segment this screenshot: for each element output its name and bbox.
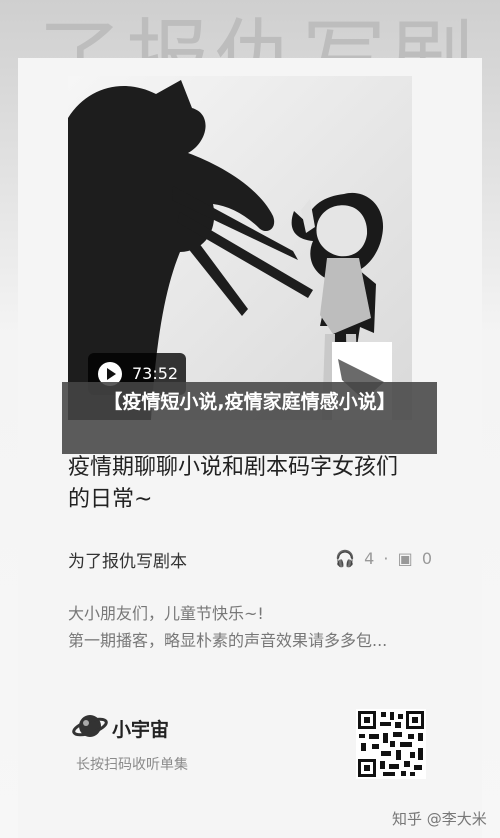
brand-name: 小宇宙 xyxy=(112,719,170,741)
brand-tagline: 长按扫码收听单集 xyxy=(76,757,188,773)
author-row: 为了报仇写剧本 🎧 4 · ▣ 0 xyxy=(68,547,432,573)
episode-description: 大小朋友们，儿童节快乐~! 第一期播客，略显朴素的声音效果请多多包... xyxy=(68,600,432,654)
overlay-title: 【疫情短小说,疫情家庭情感小说】 xyxy=(62,382,437,454)
headphones-icon: 🎧 xyxy=(335,549,356,568)
video-duration: 73:52 xyxy=(132,364,179,383)
episode-stats: 🎧 4 · ▣ 0 xyxy=(331,549,432,568)
description-line-1: 大小朋友们，儿童节快乐~! xyxy=(68,604,264,623)
comment-icon: ▣ xyxy=(397,549,413,568)
stats-separator: · xyxy=(383,549,389,568)
planet-icon xyxy=(72,715,108,737)
description-line-2: 第一期播客，略显朴素的声音效果请多多包... xyxy=(68,631,388,650)
screenshot-page: 了报仇写剧 73:52 xyxy=(0,0,500,838)
listen-count: 4 xyxy=(364,549,375,568)
zhihu-watermark: 知乎 @李大米 xyxy=(392,810,487,828)
episode-headline: 疫情期聊聊小说和剧本码字女孩们的日常~ xyxy=(68,455,399,512)
author-name[interactable]: 为了报仇写剧本 xyxy=(68,547,187,572)
comment-count: 0 xyxy=(421,549,432,568)
qr-code[interactable] xyxy=(356,709,426,779)
